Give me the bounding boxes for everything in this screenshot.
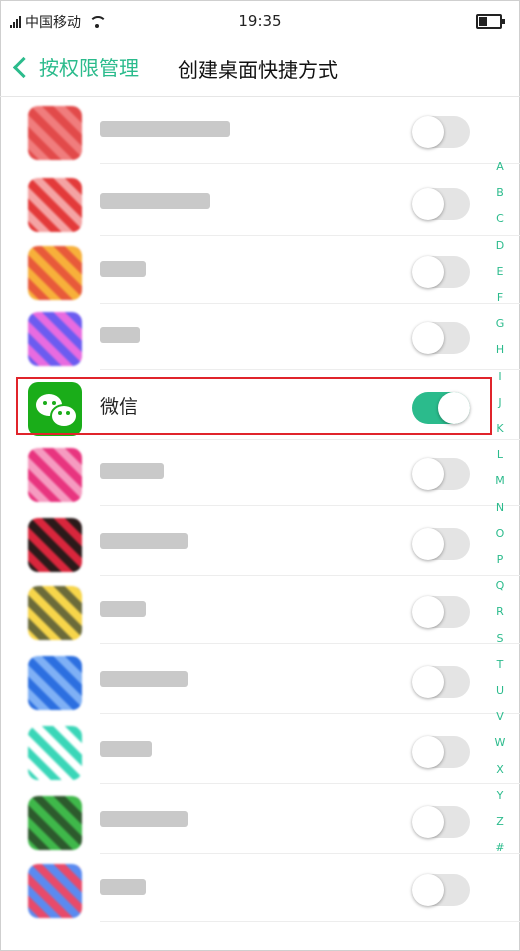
page-title: 创建桌面快捷方式 <box>178 58 338 82</box>
battery-icon <box>476 14 505 29</box>
shortcut-toggle[interactable] <box>412 322 470 354</box>
row-divider <box>100 921 520 922</box>
app-label <box>100 121 230 137</box>
app-label <box>100 811 188 827</box>
app-row <box>0 168 520 236</box>
blurred-app-icon-map <box>28 864 82 918</box>
app-label <box>100 261 146 277</box>
alphabet-index-letter[interactable]: T <box>490 658 510 671</box>
app-label <box>100 601 146 617</box>
back-button[interactable]: 按权限管理 <box>12 52 139 81</box>
alphabet-index-letter[interactable]: # <box>490 841 510 854</box>
toggle-knob <box>412 188 444 220</box>
toggle-knob <box>412 256 444 288</box>
shortcut-toggle[interactable] <box>412 596 470 628</box>
blurred-app-icon-red-pattern <box>28 178 82 232</box>
alphabet-index-letter[interactable]: Y <box>490 789 510 802</box>
row-divider <box>100 783 520 784</box>
blurred-app-icon-orange <box>28 246 82 300</box>
shortcut-toggle[interactable] <box>412 188 470 220</box>
row-divider <box>100 643 520 644</box>
toggle-knob <box>412 666 444 698</box>
toggle-knob <box>412 528 444 560</box>
alphabet-index-letter[interactable]: J <box>490 396 510 409</box>
row-divider <box>100 505 520 506</box>
app-label <box>100 741 152 757</box>
alphabet-index-letter[interactable]: A <box>490 160 510 173</box>
app-label <box>100 533 188 549</box>
blurred-app-icon-pink <box>28 448 82 502</box>
blurred-app-icon-dark-red <box>28 518 82 572</box>
app-row <box>0 302 520 370</box>
app-row <box>0 96 520 164</box>
alphabet-index-letter[interactable]: O <box>490 527 510 540</box>
app-row <box>0 576 520 644</box>
alphabet-index-letter[interactable]: Z <box>490 815 510 828</box>
app-label <box>100 193 210 209</box>
alphabet-index-letter[interactable]: G <box>490 317 510 330</box>
alphabet-index-letter[interactable]: F <box>490 291 510 304</box>
alphabet-index-letter[interactable]: U <box>490 684 510 697</box>
blurred-app-icon-green <box>28 796 82 850</box>
status-time: 19:35 <box>238 12 282 30</box>
alphabet-index-letter[interactable]: R <box>490 605 510 618</box>
alphabet-index-letter[interactable]: S <box>490 632 510 645</box>
toggle-knob <box>412 736 444 768</box>
app-label <box>100 879 146 895</box>
app-row <box>0 786 520 854</box>
app-label <box>100 671 188 687</box>
alphabet-index-letter[interactable]: C <box>490 212 510 225</box>
alphabet-index-letter[interactable]: Q <box>490 579 510 592</box>
shortcut-toggle[interactable] <box>412 666 470 698</box>
alphabet-index-letter[interactable]: N <box>490 501 510 514</box>
nav-header: 按权限管理 创建桌面快捷方式 <box>0 40 520 97</box>
blurred-app-icon-teal <box>28 726 82 780</box>
blurred-app-icon-red <box>28 106 82 160</box>
toggle-knob <box>412 596 444 628</box>
shortcut-toggle[interactable] <box>412 736 470 768</box>
alphabet-index-letter[interactable]: D <box>490 239 510 252</box>
shortcut-toggle[interactable] <box>412 256 470 288</box>
alphabet-index-letter[interactable]: E <box>490 265 510 278</box>
shortcut-toggle[interactable] <box>412 528 470 560</box>
alphabet-index-letter[interactable]: K <box>490 422 510 435</box>
toggle-knob <box>412 322 444 354</box>
app-row <box>0 646 520 714</box>
alphabet-index-letter[interactable]: I <box>490 370 510 383</box>
blurred-app-icon-purple <box>28 312 82 366</box>
row-divider <box>100 713 520 714</box>
row-divider <box>100 369 520 370</box>
alphabet-index-letter[interactable]: L <box>490 448 510 461</box>
toggle-knob <box>412 458 444 490</box>
back-chevron-icon <box>12 56 35 79</box>
app-row <box>0 236 520 304</box>
toggle-knob <box>412 806 444 838</box>
alphabet-index-letter[interactable]: P <box>490 553 510 566</box>
shortcut-toggle[interactable] <box>412 116 470 148</box>
app-label <box>100 463 164 479</box>
toggle-knob <box>412 874 444 906</box>
alphabet-index-letter[interactable]: V <box>490 710 510 723</box>
toggle-knob <box>412 116 444 148</box>
row-divider <box>100 163 520 164</box>
app-row <box>0 854 520 922</box>
alphabet-index-letter[interactable]: W <box>490 736 510 749</box>
highlight-box <box>16 377 492 435</box>
shortcut-toggle[interactable] <box>412 458 470 490</box>
shortcut-toggle[interactable] <box>412 874 470 906</box>
alphabet-index-letter[interactable]: X <box>490 763 510 776</box>
app-row <box>0 438 520 506</box>
alphabet-index-letter[interactable]: B <box>490 186 510 199</box>
status-bar: 中国移动 19:35 <box>0 0 520 40</box>
back-label: 按权限管理 <box>39 56 139 80</box>
app-row <box>0 716 520 784</box>
blurred-app-icon-yellow <box>28 586 82 640</box>
shortcut-toggle[interactable] <box>412 806 470 838</box>
app-label <box>100 327 140 343</box>
alphabet-index-letter[interactable]: M <box>490 474 510 487</box>
app-row <box>0 508 520 576</box>
alphabet-index-letter[interactable]: H <box>490 343 510 356</box>
blurred-app-icon-blue <box>28 656 82 710</box>
